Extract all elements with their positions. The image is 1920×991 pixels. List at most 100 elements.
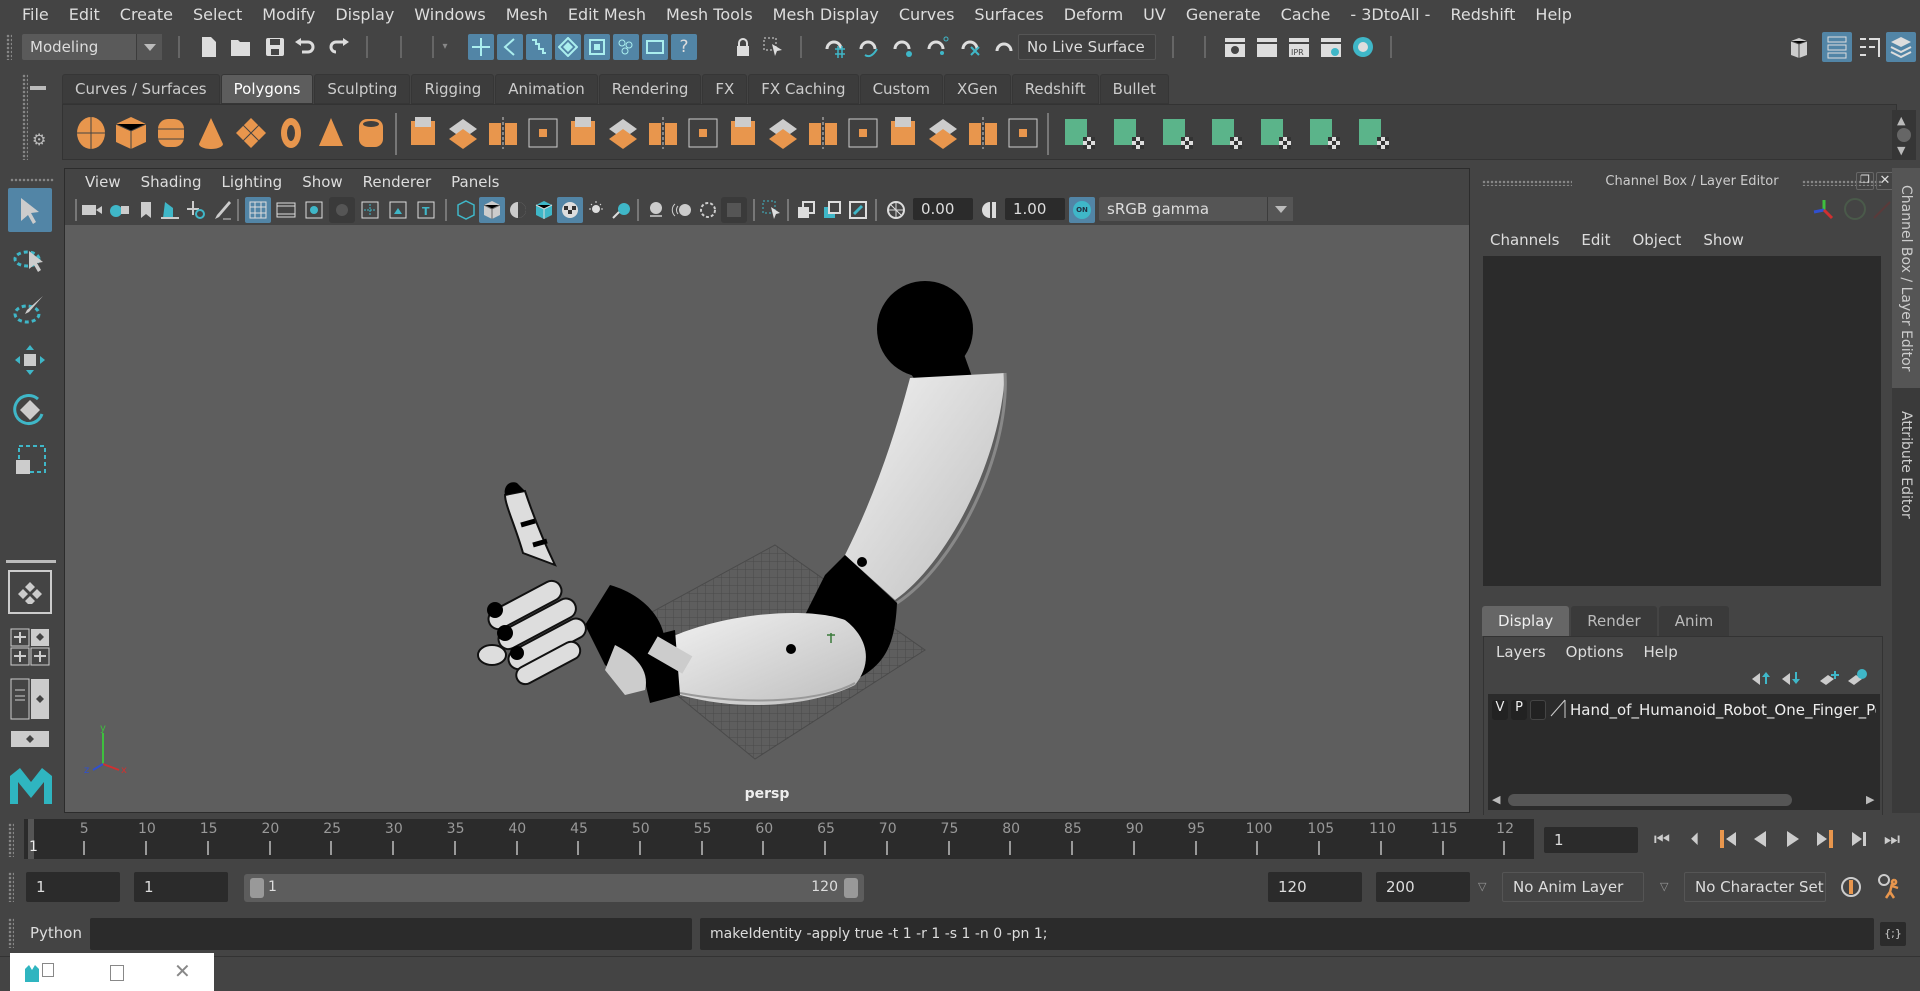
- exposure-icon[interactable]: [883, 197, 909, 223]
- menu-create[interactable]: Create: [110, 5, 183, 24]
- shelf-settings-gear-icon[interactable]: ⚙: [32, 130, 46, 149]
- outliner-persp-layout-icon[interactable]: [10, 678, 50, 720]
- target-weld-icon[interactable]: [805, 115, 841, 151]
- menu-edit[interactable]: Edit: [59, 5, 110, 24]
- scroll-right-icon[interactable]: ▶: [1866, 793, 1874, 806]
- character-set-dropdown[interactable]: No Character Set: [1684, 872, 1826, 902]
- hypershade-icon[interactable]: [1350, 34, 1376, 60]
- xray-joints-icon[interactable]: [845, 197, 871, 223]
- shelf-grip[interactable]: [22, 74, 28, 160]
- scroll-down-icon[interactable]: ▼: [1897, 144, 1905, 157]
- select-by-face-icon[interactable]: [555, 34, 581, 60]
- panel-grip-left[interactable]: [1482, 180, 1572, 186]
- split-polygon-icon[interactable]: [925, 115, 961, 151]
- step-back-key-icon[interactable]: [1715, 827, 1739, 851]
- menu-mesh-tools[interactable]: Mesh Tools: [656, 5, 763, 24]
- menu-mesh[interactable]: Mesh: [496, 5, 558, 24]
- render-settings-icon[interactable]: [1318, 34, 1344, 60]
- poly-pipe-icon[interactable]: [353, 115, 389, 151]
- menu-curves[interactable]: Curves: [889, 5, 965, 24]
- poly-pyramid-icon[interactable]: [313, 115, 349, 151]
- layer-tab-display[interactable]: Display: [1482, 606, 1570, 636]
- menu-surfaces[interactable]: Surfaces: [964, 5, 1053, 24]
- auto-key-icon[interactable]: [1838, 874, 1864, 904]
- rotate-tool-icon[interactable]: [8, 388, 52, 432]
- menu-generate[interactable]: Generate: [1176, 5, 1271, 24]
- viewport-menu-show[interactable]: Show: [292, 173, 352, 191]
- depth-of-field-icon[interactable]: [721, 197, 747, 223]
- shelf-menu-dot[interactable]: [1897, 128, 1911, 142]
- extract-icon[interactable]: [565, 115, 601, 151]
- move-layer-down-icon[interactable]: [1780, 670, 1802, 690]
- gamma-icon[interactable]: [977, 197, 1003, 223]
- move-tool-icon[interactable]: [8, 338, 52, 382]
- layer-playback-toggle[interactable]: P: [1511, 700, 1527, 720]
- menu-modify[interactable]: Modify: [252, 5, 325, 24]
- wireframe-on-shaded-icon[interactable]: [531, 197, 557, 223]
- playback-start-field[interactable]: 1: [134, 872, 228, 902]
- menu-mesh-display[interactable]: Mesh Display: [763, 5, 889, 24]
- menu-select[interactable]: Select: [183, 5, 252, 24]
- play-forwards-icon[interactable]: [1781, 827, 1805, 851]
- select-by-hierarchy-icon[interactable]: [468, 34, 494, 60]
- snap-to-point-icon[interactable]: [890, 34, 916, 60]
- step-back-frame-icon[interactable]: ⏴: [1683, 827, 1707, 851]
- persp-graph-layout-icon[interactable]: [10, 730, 50, 750]
- paint-select-tool-icon[interactable]: [8, 288, 52, 332]
- scroll-left-icon[interactable]: ◀: [1492, 793, 1500, 806]
- channel-box-menu-edit[interactable]: Edit: [1581, 231, 1610, 249]
- grease-pencil-icon[interactable]: [209, 197, 235, 223]
- collapse-icon[interactable]: [965, 115, 1001, 151]
- shelf-tab-rendering[interactable]: Rendering: [598, 74, 702, 104]
- range-start-handle[interactable]: [250, 878, 264, 898]
- poly-torus-icon[interactable]: [273, 115, 309, 151]
- separate-icon[interactable]: [445, 115, 481, 151]
- tab-attribute-editor[interactable]: Attribute Editor: [1892, 390, 1920, 540]
- offset-edge-loop-icon[interactable]: [885, 115, 921, 151]
- cylindrical-map-icon[interactable]: [1110, 115, 1146, 151]
- chevron-down-icon[interactable]: ▽: [1660, 880, 1668, 893]
- wireframe-shading-icon[interactable]: [453, 197, 479, 223]
- layer-menu-help[interactable]: Help: [1644, 643, 1678, 661]
- go-to-end-icon[interactable]: ⏭: [1880, 827, 1904, 851]
- command-line-grip[interactable]: [8, 918, 14, 948]
- automatic-map-icon[interactable]: [1208, 115, 1244, 151]
- snap-to-projected-center-icon[interactable]: [958, 34, 984, 60]
- motion-blur-icon[interactable]: [669, 197, 695, 223]
- play-backwards-icon[interactable]: [1748, 827, 1772, 851]
- shelf-scroll[interactable]: ▲ ▼: [1892, 110, 1916, 160]
- timeline-track[interactable]: 1 5 10 15 20 25 30 35 40 45 50 55 60 65 70 75 80 85 90 95 1…: [24, 819, 1534, 859]
- select-by-uv-icon[interactable]: [584, 34, 610, 60]
- shadows-icon[interactable]: [609, 197, 635, 223]
- undo-icon[interactable]: [292, 34, 318, 60]
- planar-map-icon[interactable]: [1061, 115, 1097, 151]
- select-by-component-icon[interactable]: [526, 34, 552, 60]
- shelf-tab-curves-surfaces[interactable]: Curves / Surfaces: [62, 74, 220, 104]
- grid-toggle-icon[interactable]: [245, 197, 271, 223]
- chevron-down-icon[interactable]: ▾: [438, 34, 452, 60]
- lock-icon[interactable]: [730, 34, 756, 60]
- snap-to-curve-icon[interactable]: [856, 34, 882, 60]
- bridge-icon[interactable]: [645, 115, 681, 151]
- shelf-tab-custom[interactable]: Custom: [859, 74, 944, 104]
- 3d-viewport[interactable]: y x z persp: [65, 225, 1469, 812]
- range-grip[interactable]: [8, 872, 14, 902]
- maximize-icon[interactable]: [110, 965, 124, 981]
- layer-list-scrollbar[interactable]: ◀ ▶: [1488, 790, 1880, 810]
- range-slider[interactable]: 1 120: [244, 874, 864, 902]
- smooth-shading-icon[interactable]: [479, 197, 505, 223]
- layer-tab-render[interactable]: Render: [1571, 606, 1657, 636]
- menu-3dtoall[interactable]: - 3DtoAll -: [1340, 5, 1440, 24]
- restore-icon[interactable]: [42, 963, 54, 977]
- scale-tool-icon[interactable]: [8, 438, 52, 482]
- new-scene-icon[interactable]: [196, 34, 222, 60]
- shelf-tab-fx[interactable]: FX: [702, 74, 748, 104]
- new-layer-icon[interactable]: [1818, 670, 1840, 690]
- chevron-down-icon[interactable]: ▽: [1478, 880, 1486, 893]
- hyperlink-icon[interactable]: [1872, 200, 1892, 224]
- layer-tab-anim[interactable]: Anim: [1658, 606, 1730, 636]
- gamma-field[interactable]: 1.00: [1005, 198, 1065, 220]
- menu-redshift[interactable]: Redshift: [1440, 5, 1525, 24]
- script-editor-icon[interactable]: {;}: [1880, 922, 1906, 946]
- shelf-tab-polygons[interactable]: Polygons: [220, 74, 314, 104]
